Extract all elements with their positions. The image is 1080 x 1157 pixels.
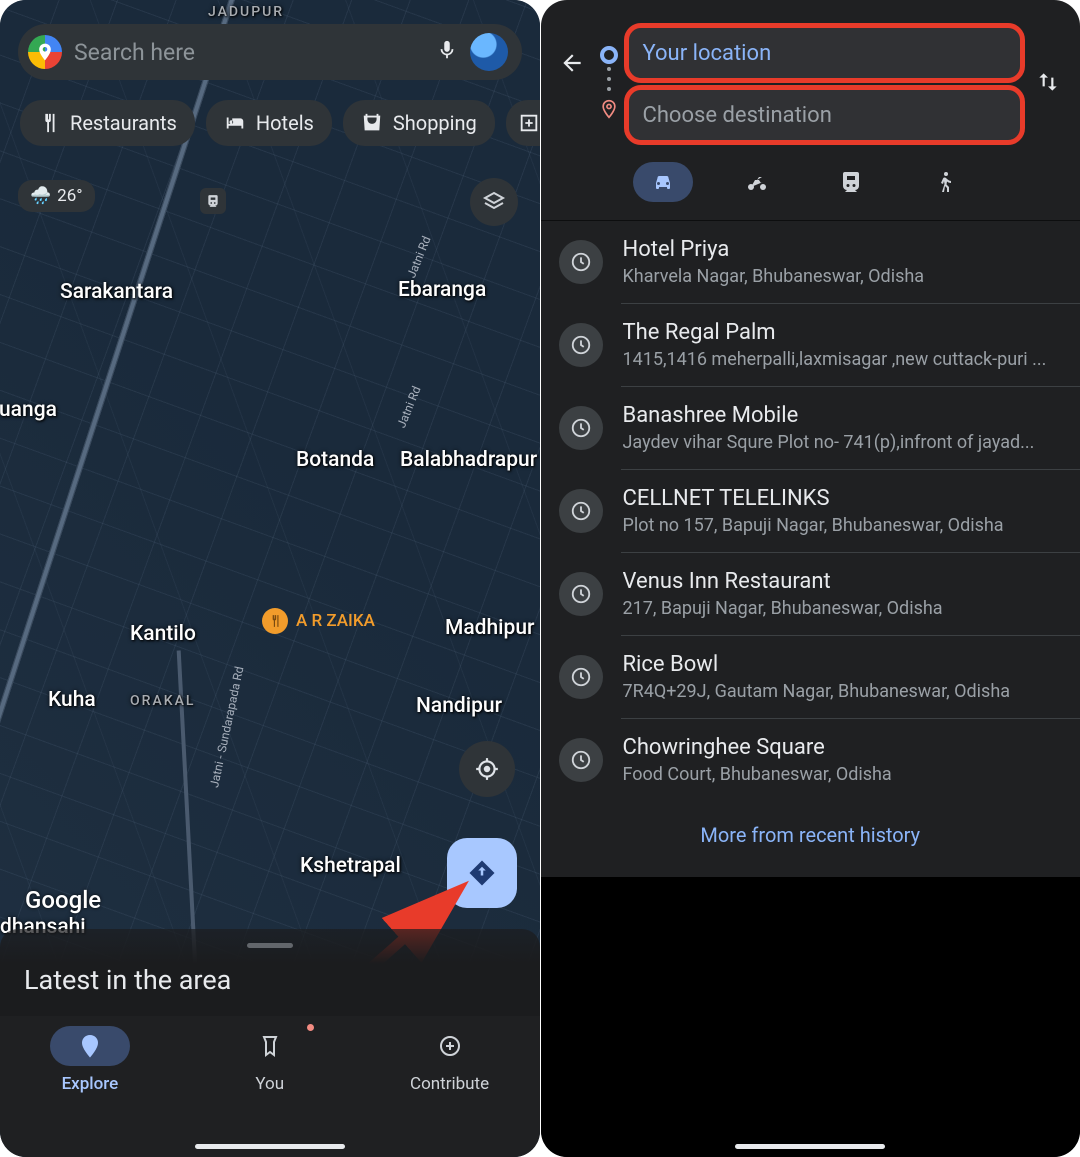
back-button[interactable] — [555, 46, 589, 80]
history-title: Rice Bowl — [623, 652, 1059, 677]
history-item[interactable]: The Regal Palm 1415,1416 meherpalli,laxm… — [541, 304, 1080, 386]
destination-pin-icon — [599, 98, 619, 124]
nav-explore[interactable]: Explore — [0, 1026, 180, 1157]
history-item[interactable]: Hotel Priya Kharvela Nagar, Bhubaneswar,… — [541, 221, 1080, 303]
layers-button[interactable] — [470, 178, 518, 226]
transit-station-icon[interactable] — [200, 188, 226, 214]
history-item[interactable]: Rice Bowl 7R4Q+29J, Gautam Nagar, Bhuban… — [541, 636, 1080, 718]
clock-icon — [559, 572, 603, 616]
map-place-label: Kantilo — [130, 622, 196, 646]
history-item[interactable]: CELLNET TELELINKS Plot no 157, Bapuji Na… — [541, 470, 1080, 552]
history-subtitle: Plot no 157, Bapuji Nagar, Bhubaneswar, … — [623, 515, 1059, 536]
history-title: CELLNET TELELINKS — [623, 486, 1059, 511]
map-place-label: Sarakantara — [60, 280, 173, 304]
home-indicator — [195, 1144, 345, 1149]
maps-main-screen: JADUPUR Sarakantara Ebaranga uanga Botan… — [0, 0, 540, 1157]
category-chips: Restaurants Hotels Shopping H — [20, 100, 540, 146]
poi-label: A R ZAIKA — [296, 611, 375, 631]
sheet-title: Latest in the area — [24, 964, 516, 996]
mode-walking[interactable] — [915, 162, 975, 202]
travel-modes — [541, 140, 1080, 220]
route-endpoints-icons — [599, 46, 619, 124]
dots-vertical-icon — [607, 64, 611, 98]
map-place-label: Ebaranga — [398, 278, 486, 302]
my-location-button[interactable] — [459, 741, 515, 797]
mic-icon[interactable] — [436, 36, 458, 68]
map-place-label: uanga — [0, 398, 57, 422]
nav-contribute[interactable]: Contribute — [360, 1026, 540, 1157]
directions-button[interactable] — [447, 838, 517, 908]
history-subtitle: Food Court, Bhubaneswar, Odisha — [623, 764, 1059, 785]
google-maps-pin-icon — [28, 35, 62, 69]
destination-field[interactable]: Choose destination — [629, 90, 1021, 140]
chip-label: Shopping — [393, 111, 477, 135]
history-subtitle: Jaydev vihar Squre Plot no- 741(p),infro… — [623, 432, 1059, 453]
history-item[interactable]: Venus Inn Restaurant 217, Bapuji Nagar, … — [541, 553, 1080, 635]
chip-hotels[interactable]: Hotels — [206, 100, 332, 146]
poi-marker[interactable]: A R ZAIKA — [262, 608, 375, 634]
clock-icon — [559, 406, 603, 450]
history-subtitle: 217, Bapuji Nagar, Bhubaneswar, Odisha — [623, 598, 1059, 619]
history-title: Hotel Priya — [623, 237, 1059, 262]
history-title: Chowringhee Square — [623, 735, 1059, 760]
clock-icon — [559, 738, 603, 782]
history-title: Venus Inn Restaurant — [623, 569, 1059, 594]
restaurant-icon — [262, 608, 288, 634]
chip-shopping[interactable]: Shopping — [343, 100, 495, 146]
map-area-label: ORAKAL — [130, 693, 195, 709]
destination-placeholder: Choose destination — [643, 103, 832, 128]
history-subtitle: Kharvela Nagar, Bhubaneswar, Odisha — [623, 266, 1059, 287]
mode-two-wheeler[interactable] — [727, 162, 787, 202]
clock-icon — [559, 240, 603, 284]
home-indicator — [735, 1144, 885, 1149]
recent-history-list: Hotel Priya Kharvela Nagar, Bhubaneswar,… — [541, 220, 1080, 801]
map-place-label: Balabhadrapur — [400, 448, 537, 472]
notification-dot-icon — [307, 1024, 314, 1031]
bottom-black-area — [541, 877, 1080, 1157]
mode-transit[interactable] — [821, 162, 881, 202]
map-place-label: Botanda — [296, 448, 374, 472]
chip-label: Hotels — [256, 111, 314, 135]
bottom-nav: Explore You Contribute — [0, 1016, 540, 1157]
nav-label: Contribute — [410, 1074, 489, 1094]
map-place-label: Kshetrapal — [300, 854, 401, 878]
mode-driving[interactable] — [633, 162, 693, 202]
swap-button[interactable] — [1030, 64, 1066, 100]
search-placeholder: Search here — [74, 39, 424, 66]
map-place-label: Madhipur — [445, 616, 534, 640]
map-place-label: Nandipur — [416, 694, 502, 718]
map-place-label: Kuha — [48, 688, 96, 712]
nav-label: Explore — [62, 1074, 119, 1094]
clock-icon — [559, 655, 603, 699]
nav-label: You — [255, 1074, 284, 1094]
more-history-link[interactable]: More from recent history — [541, 801, 1080, 875]
history-item[interactable]: Banashree Mobile Jaydev vihar Squre Plot… — [541, 387, 1080, 469]
clock-icon — [559, 489, 603, 533]
sheet-handle[interactable] — [247, 943, 293, 948]
google-logo: Google — [25, 886, 101, 914]
weather-pill[interactable]: 🌧️ 26° — [18, 180, 95, 212]
history-title: The Regal Palm — [623, 320, 1059, 345]
history-subtitle: 7R4Q+29J, Gautam Nagar, Bhubaneswar, Odi… — [623, 681, 1059, 702]
nav-you[interactable]: You — [180, 1026, 360, 1157]
search-bar[interactable]: Search here — [18, 24, 522, 80]
profile-avatar[interactable] — [470, 33, 508, 71]
start-location-field[interactable]: Your location — [629, 28, 1021, 78]
bottom-sheet[interactable]: Latest in the area — [0, 929, 540, 1016]
map-area-label: JADUPUR — [208, 4, 284, 20]
chip-label: Restaurants — [70, 111, 177, 135]
history-title: Banashree Mobile — [623, 403, 1059, 428]
start-location-value: Your location — [643, 41, 772, 66]
directions-screen: Your location Choose destination Hotel — [541, 0, 1080, 1157]
chip-more[interactable]: H — [506, 100, 540, 146]
chip-restaurants[interactable]: Restaurants — [20, 100, 195, 146]
history-subtitle: 1415,1416 meherpalli,laxmisagar ,new cut… — [623, 349, 1059, 370]
weather-temperature: 26° — [57, 186, 82, 206]
clock-icon — [559, 323, 603, 367]
weather-cloud-icon: 🌧️ — [30, 186, 51, 206]
history-item[interactable]: Chowringhee Square Food Court, Bhubanesw… — [541, 719, 1080, 801]
start-point-icon — [600, 46, 618, 64]
